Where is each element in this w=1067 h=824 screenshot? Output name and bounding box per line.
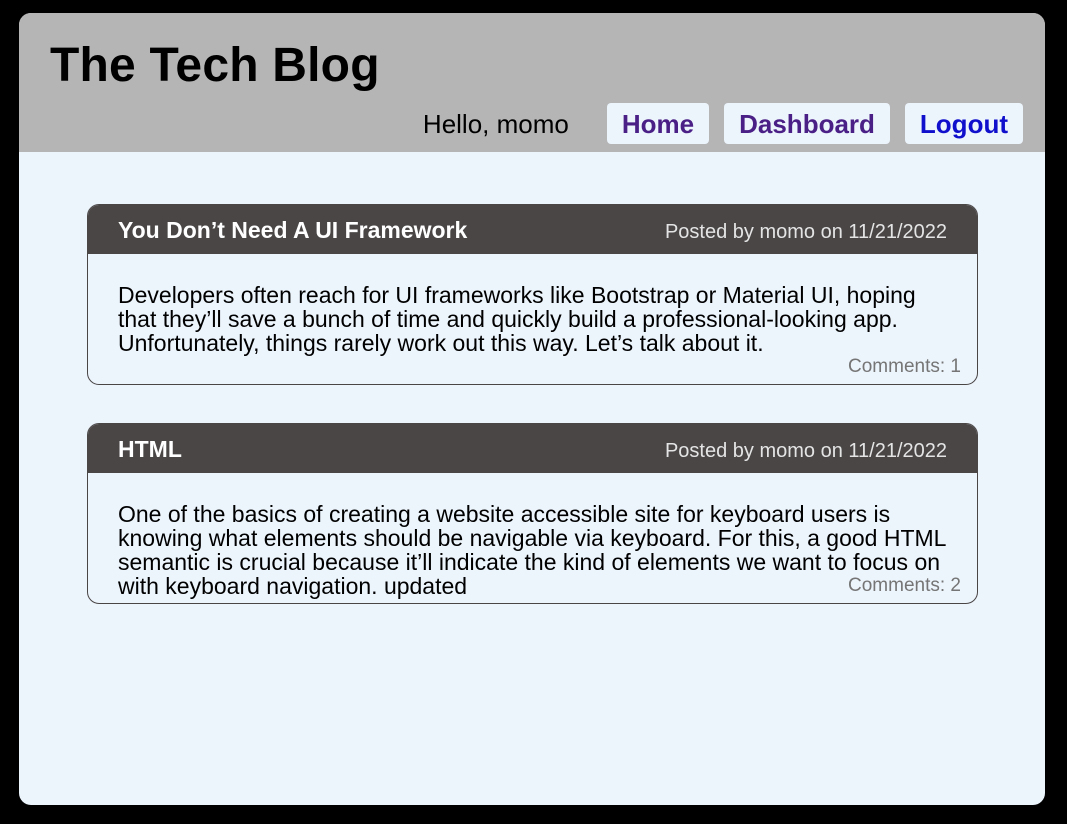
post-list: You Don’t Need A UI Framework Posted by … (87, 204, 978, 642)
post-header: HTML Posted by momo on 11/21/2022 (88, 424, 977, 473)
post-card[interactable]: You Don’t Need A UI Framework Posted by … (87, 204, 978, 385)
site-title: The Tech Blog (50, 39, 380, 92)
post-meta: Posted by momo on 11/21/2022 (664, 440, 947, 462)
main-nav: Hello, momo Home Dashboard Logout (423, 103, 1023, 144)
post-card[interactable]: HTML Posted by momo on 11/21/2022 One of… (87, 423, 978, 604)
post-header: You Don’t Need A UI Framework Posted by … (88, 205, 977, 254)
post-title[interactable]: HTML (118, 435, 182, 463)
post-body: One of the basics of creating a website … (118, 501, 946, 599)
nav-home-button[interactable]: Home (606, 103, 710, 144)
post-meta: Posted by momo on 11/21/2022 (664, 221, 947, 243)
post-comment-count: Comments: 2 (848, 575, 961, 596)
nav-logout-button[interactable]: Logout (904, 103, 1023, 144)
post-title[interactable]: You Don’t Need A UI Framework (118, 216, 467, 244)
site-header: The Tech Blog Hello, momo Home Dashboard… (19, 13, 1045, 152)
nav-dashboard-button[interactable]: Dashboard (724, 103, 890, 144)
user-greeting: Hello, momo (422, 108, 569, 139)
post-body: Developers often reach for UI frameworks… (118, 282, 916, 356)
post-comment-count: Comments: 1 (848, 356, 961, 377)
app-window: The Tech Blog Hello, momo Home Dashboard… (19, 13, 1045, 805)
